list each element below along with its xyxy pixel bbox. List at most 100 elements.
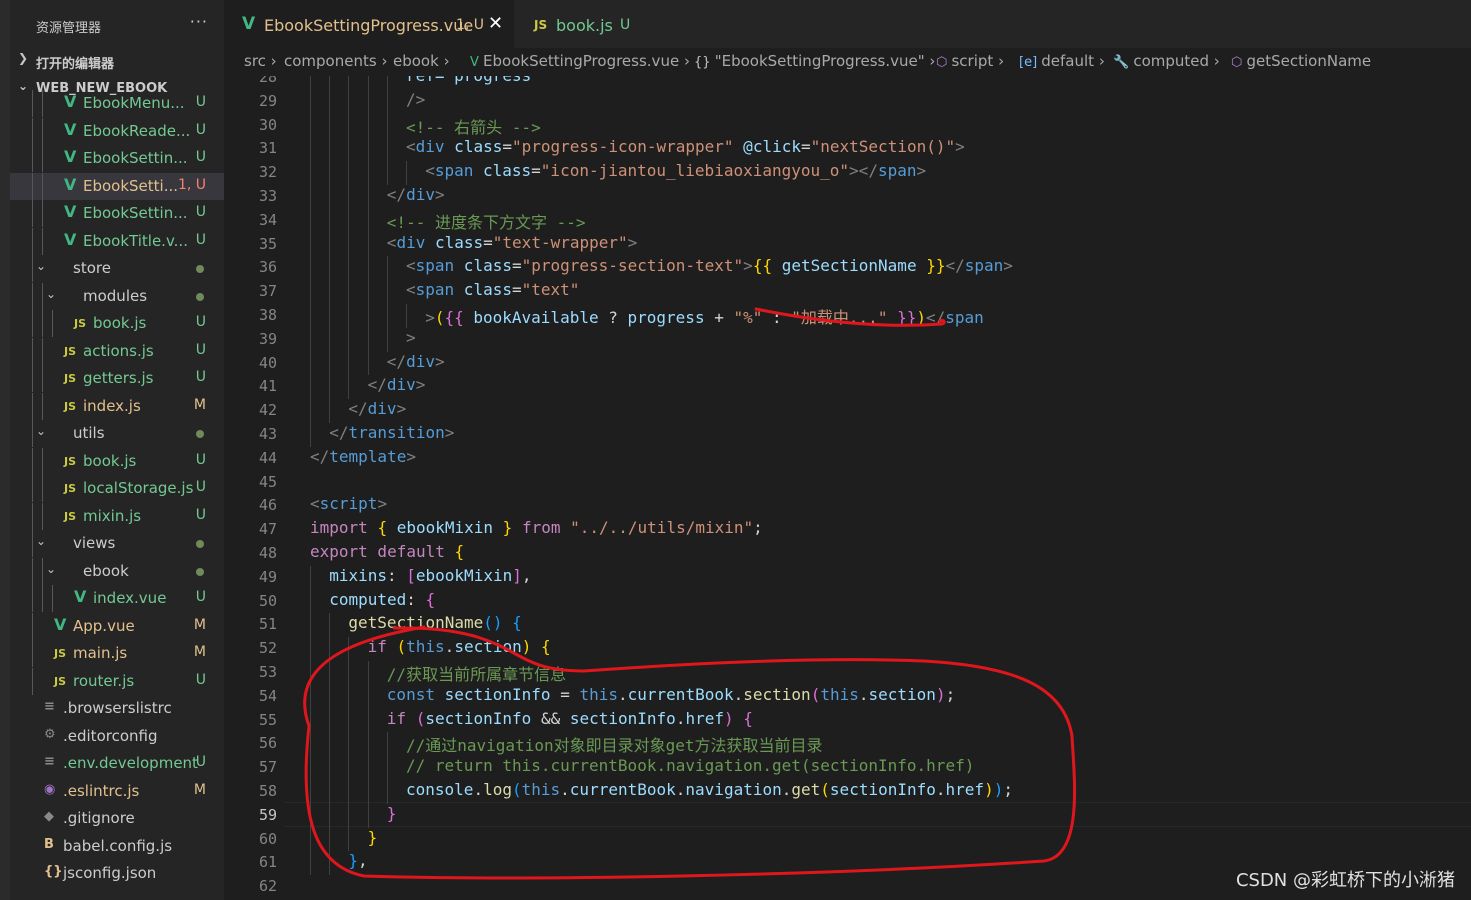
folder-item[interactable]: ⌄ modules xyxy=(10,282,224,310)
code-token: ></ xyxy=(849,161,878,181)
close-icon[interactable]: ✕ xyxy=(488,13,503,34)
code-line[interactable]: //获取当前所属章节信息 xyxy=(387,661,566,685)
file-item[interactable]: {} jsconfig.json xyxy=(10,860,224,887)
code-line[interactable]: export default { xyxy=(310,542,464,561)
indent-guide xyxy=(386,780,388,804)
folder-item[interactable]: ⌄ views xyxy=(10,530,224,557)
code-line[interactable]: <script> xyxy=(310,494,387,513)
breadcrumb-item[interactable]: [e] default › xyxy=(1019,52,1105,70)
code-line[interactable]: console.log(this.currentBook.navigation.… xyxy=(406,780,1013,799)
file-item[interactable]: JS actions.js U xyxy=(10,337,224,365)
file-item[interactable]: Vindex.vue U xyxy=(10,585,224,612)
code-line[interactable]: <div class="text-wrapper"> xyxy=(387,233,637,252)
file-item[interactable]: V EbookMenu... U xyxy=(10,90,224,117)
indent-guide xyxy=(310,89,311,114)
code-line[interactable]: </div> xyxy=(387,185,445,204)
indent-guide xyxy=(310,208,311,233)
code-line[interactable]: <!-- 右箭头 --> xyxy=(406,114,541,138)
code-line[interactable]: const sectionInfo = this.currentBook.sec… xyxy=(387,685,955,704)
code-line[interactable]: <span class="icon-jiantou_liebiaoxiangyo… xyxy=(425,161,926,180)
code-line[interactable]: </template> xyxy=(310,447,416,466)
code-line[interactable]: <span class="progress-section-text">{{ g… xyxy=(406,256,1013,275)
code-line[interactable]: <!-- 进度条下方文字 --> xyxy=(387,209,586,233)
file-item[interactable]: ≡ .env.development U xyxy=(10,750,224,777)
indent-guide xyxy=(329,113,331,138)
code-line[interactable]: } xyxy=(387,804,397,823)
code-line[interactable]: //通过navigation对象即目录对象get方法获取当前目录 xyxy=(406,732,823,756)
code-line[interactable]: </transition> xyxy=(329,423,454,442)
file-item[interactable]: V EbookTitle.v... U xyxy=(10,227,224,255)
code-token: "icon-jiantou_liebiaoxiangyou_o" xyxy=(540,161,850,181)
code-line[interactable]: <span class="text" xyxy=(406,280,579,299)
file-item[interactable]: V EbookSettin... U xyxy=(10,200,224,227)
code-line[interactable]: getSectionName() { xyxy=(348,613,521,632)
code-line[interactable]: if (this.section) { xyxy=(368,637,551,656)
file-item[interactable]: ⚙ .editorconfig xyxy=(10,723,224,750)
code-line[interactable]: </div> xyxy=(348,399,406,418)
code-line[interactable]: }, xyxy=(348,851,367,870)
code-line[interactable]: <div class="progress-icon-wrapper" @clic… xyxy=(406,137,965,156)
file-item[interactable]: ◉ .eslintrc.js M xyxy=(10,778,224,805)
file-item[interactable]: V EbookSetti... 1, U xyxy=(10,172,224,200)
code-token: div xyxy=(406,351,435,371)
breadcrumb-item[interactable]: src › xyxy=(244,52,277,70)
tab-label: EbookSettingProgress.vue xyxy=(264,16,474,35)
file-item[interactable]: JS router.js U xyxy=(10,667,224,695)
folder-item[interactable]: ⌄ store xyxy=(10,255,224,282)
code-line[interactable]: /> xyxy=(406,90,425,109)
file-item[interactable]: JS book.js U xyxy=(10,447,224,475)
file-item[interactable]: ◆ .gitignore xyxy=(10,805,224,832)
file-item[interactable]: ≡ .browserslistrc xyxy=(10,695,224,722)
code-token: . xyxy=(781,780,792,799)
code-line[interactable]: mixins: [ebookMixin], xyxy=(329,566,531,585)
indent-guide xyxy=(348,89,350,114)
more-actions-icon[interactable]: ··· xyxy=(190,12,208,31)
code-line[interactable]: } xyxy=(368,828,378,847)
open-editors-section[interactable]: ❯ 打开的编辑器 xyxy=(10,48,224,74)
code-line[interactable]: </div> xyxy=(368,375,426,394)
folder-item[interactable]: ⌄ utils xyxy=(10,420,224,447)
js-file-icon: JS xyxy=(64,372,77,385)
file-item[interactable]: V EbookReade... U xyxy=(10,117,224,145)
file-name: EbookSettin... xyxy=(83,204,188,222)
code-editor[interactable]: 28 29 30 31 32 33 34 35 36 37 38 39 40 41 42 43 44 45 46 47… xyxy=(224,76,1471,900)
tab-book-js[interactable]: JS book.js U xyxy=(514,0,664,48)
breadcrumb-item[interactable]: V EbookSettingProgress.vue › xyxy=(470,52,690,70)
indent-guide xyxy=(310,851,311,876)
code-line[interactable]: if (sectionInfo && sectionInfo.href) { xyxy=(387,709,753,728)
code-line[interactable]: // return this.currentBook.navigation.ge… xyxy=(406,756,974,775)
file-item[interactable]: V EbookSettin... U xyxy=(10,145,224,172)
breadcrumb-item[interactable]: 🔧 computed › xyxy=(1113,52,1220,70)
file-item[interactable]: JS index.js M xyxy=(10,392,224,420)
code-line[interactable]: >({{ bookAvailable ? progress + "%" : "加… xyxy=(425,304,984,328)
code-token: mixins xyxy=(329,565,387,585)
code-token: > xyxy=(377,494,388,514)
indent-guide xyxy=(348,161,350,185)
tab-ebook-setting-progress[interactable]: V EbookSettingProgress.vue 1, U ✕ xyxy=(224,0,514,48)
line-number: 33 xyxy=(258,187,277,205)
indent-guide xyxy=(367,756,369,780)
code-line[interactable]: > xyxy=(406,328,416,347)
modified-dot-icon xyxy=(196,430,204,438)
code-line[interactable]: </div> xyxy=(387,352,445,371)
breadcrumb-item[interactable]: ⬡ getSectionName xyxy=(1231,52,1371,70)
file-item[interactable]: JS main.js M xyxy=(10,640,224,667)
code-line[interactable]: ref= progress xyxy=(406,76,531,85)
file-item[interactable]: JS getters.js U xyxy=(10,365,224,392)
file-item[interactable]: JS book.js U xyxy=(10,310,224,337)
code-line[interactable]: import { ebookMixin } from "../../utils/… xyxy=(310,518,763,537)
file-item[interactable]: Bbabel.config.js xyxy=(10,833,224,860)
breadcrumb-item[interactable]: ⬡ script › xyxy=(936,52,1004,70)
folder-item[interactable]: ⌄ ebook xyxy=(10,557,224,585)
breadcrumb-item[interactable]: components › xyxy=(284,52,387,70)
breadcrumb-item[interactable]: ebook › xyxy=(393,52,450,70)
file-item[interactable]: JS mixin.js U xyxy=(10,502,224,530)
file-item[interactable]: JS localStorage.js U xyxy=(10,475,224,502)
indent-guide xyxy=(32,282,33,310)
breadcrumb-item[interactable]: {} "EbookSettingProgress.vue" › xyxy=(694,52,935,70)
code-token: > xyxy=(955,137,965,157)
tab-badge: 1, U xyxy=(456,17,485,33)
file-item[interactable]: V App.vue M xyxy=(10,612,224,640)
indent-guide xyxy=(310,304,311,328)
code-line[interactable]: computed: { xyxy=(329,590,435,609)
